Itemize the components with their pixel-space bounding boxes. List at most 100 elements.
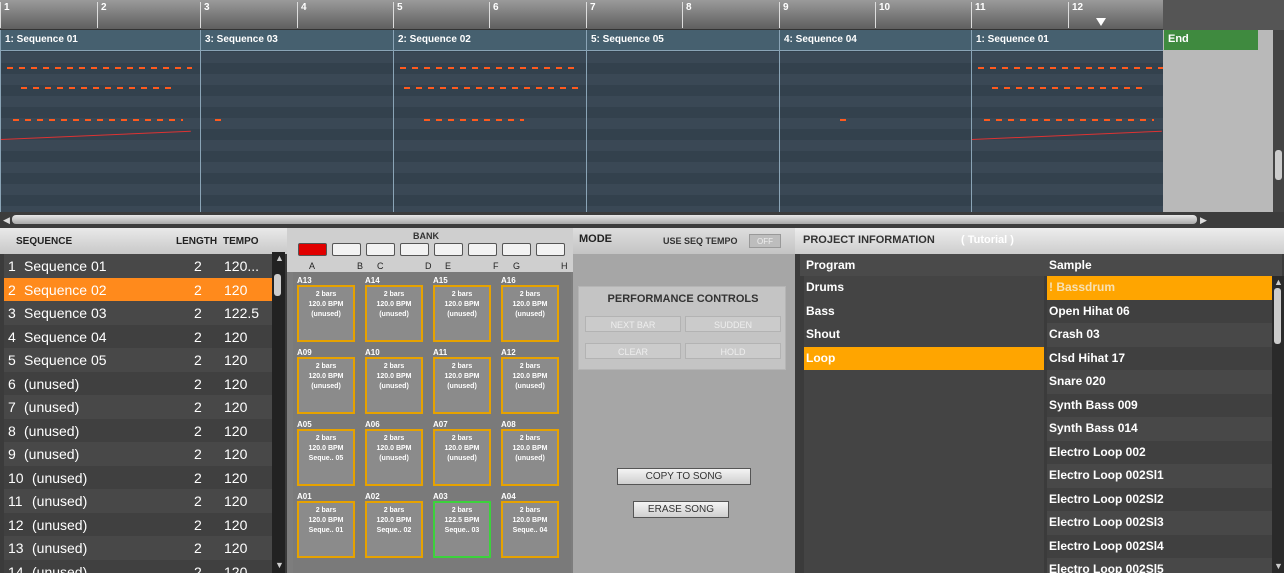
sample-row[interactable]: Crash 03	[1047, 323, 1272, 347]
sequence-row[interactable]: 11 (unused) 2 120	[4, 489, 272, 513]
sequence-pad[interactable]: 2 bars 120.0 BPM (unused)	[365, 357, 423, 414]
program-row[interactable]: Loop	[804, 346, 1044, 370]
sequence-row[interactable]: 13 (unused) 2 120	[4, 536, 272, 560]
sequence-pad[interactable]: 2 bars 120.0 BPM (unused)	[365, 429, 423, 486]
bar-number[interactable]: 10	[875, 2, 890, 28]
sequence-pad[interactable]: 2 bars 120.0 BPM (unused)	[365, 285, 423, 342]
sequence-pad[interactable]: 2 bars 120.0 BPM (unused)	[433, 285, 491, 342]
bar-number[interactable]: 7	[586, 2, 596, 28]
sequence-length: 2	[194, 469, 202, 486]
bar-number[interactable]: 11	[971, 2, 986, 28]
scroll-down-arrow-icon[interactable]: ▼	[275, 560, 284, 570]
sequence-pad[interactable]: 2 bars 120.0 BPM (unused)	[501, 357, 559, 414]
sudden-button[interactable]: SUDDEN	[685, 316, 781, 332]
bank-e-button[interactable]	[434, 243, 463, 256]
song-end-marker[interactable]: End	[1164, 30, 1258, 50]
sample-row[interactable]: Synth Bass 014	[1047, 417, 1272, 441]
sample-row[interactable]: ! Bassdrum	[1047, 276, 1272, 300]
sequence-length: 2	[194, 258, 202, 274]
sequence-pad[interactable]: 2 bars 120.0 BPM (unused)	[297, 357, 355, 414]
program-row[interactable]: Drums	[804, 276, 1044, 299]
bank-a-button[interactable]	[298, 243, 327, 256]
clear-button[interactable]: CLEAR	[585, 343, 681, 359]
sequence-pad[interactable]: 2 bars 120.0 BPM (unused)	[501, 285, 559, 342]
bank-g-button[interactable]	[502, 243, 531, 256]
scroll-up-arrow-icon[interactable]: ▲	[275, 253, 284, 263]
song-sequence-block[interactable]: 3: Sequence 03	[200, 30, 393, 212]
bank-letter: E	[445, 261, 452, 271]
erase-song-button[interactable]: ERASE SONG	[633, 501, 729, 518]
song-vertical-scrollbar[interactable]	[1273, 30, 1284, 212]
sequence-row[interactable]: 10 (unused) 2 120	[4, 465, 272, 489]
sample-scroll-down-arrow-icon[interactable]: ▼	[1274, 561, 1283, 571]
sample-list-scroll-thumb[interactable]	[1274, 288, 1281, 344]
song-sequence-block[interactable]: 5: Sequence 05	[586, 30, 779, 212]
sample-row[interactable]: Clsd Hihat 17	[1047, 346, 1272, 370]
bar-number[interactable]: 1	[0, 2, 10, 28]
sequence-row[interactable]: 2 Sequence 02 2 120	[4, 277, 272, 301]
sequence-length: 2	[194, 422, 202, 439]
bar-number[interactable]: 12	[1068, 2, 1083, 28]
sequence-pad[interactable]: 2 bars 120.0 BPM (unused)	[433, 357, 491, 414]
song-horizontal-scroll-thumb[interactable]	[12, 215, 1197, 224]
scroll-right-arrow-icon[interactable]: ▶	[1200, 215, 1207, 226]
bar-number[interactable]: 5	[393, 2, 403, 28]
sequence-pad[interactable]: 2 bars 120.0 BPM Seque.. 01	[297, 501, 355, 558]
sequence-row[interactable]: 6 (unused) 2 120	[4, 371, 272, 395]
sequence-row[interactable]: 1 Sequence 01 2 120...	[4, 254, 272, 278]
sequence-row[interactable]: 14 (unused) 2 120	[4, 559, 272, 573]
bar-number[interactable]: 4	[297, 2, 307, 28]
sequence-pad[interactable]: 2 bars 120.0 BPM (unused)	[433, 429, 491, 486]
playhead-marker-icon[interactable]	[1096, 18, 1106, 26]
hold-button[interactable]: HOLD	[685, 343, 781, 359]
program-row[interactable]: Bass	[804, 300, 1044, 323]
bar-number[interactable]: 2	[97, 2, 107, 28]
sequence-list-scrollbar[interactable]	[272, 252, 285, 573]
bank-c-button[interactable]	[366, 243, 395, 256]
sequence-name: Sequence 05	[24, 352, 107, 368]
bank-b-button[interactable]	[332, 243, 361, 256]
sample-row[interactable]: Electro Loop 002	[1047, 440, 1272, 464]
song-sequence-block[interactable]: 4: Sequence 04	[779, 30, 972, 212]
use-seq-tempo-toggle[interactable]: OFF	[749, 234, 781, 248]
bank-d-button[interactable]	[400, 243, 429, 256]
sequence-pad[interactable]: 2 bars 120.0 BPM (unused)	[297, 285, 355, 342]
sample-row[interactable]: Snare 020	[1047, 370, 1272, 394]
sequence-row[interactable]: 7 (unused) 2 120	[4, 395, 272, 419]
song-sequence-block[interactable]: 2: Sequence 02	[393, 30, 586, 212]
sequence-list-scroll-thumb[interactable]	[274, 274, 281, 296]
bank-h-button[interactable]	[536, 243, 565, 256]
sample-row[interactable]: Electro Loop 002Sl3	[1047, 511, 1272, 535]
next-bar-button[interactable]: NEXT BAR	[585, 316, 681, 332]
song-sequence-block[interactable]: 1: Sequence 01	[0, 30, 200, 212]
program-row[interactable]: Shout	[804, 323, 1044, 346]
copy-to-song-button[interactable]: COPY TO SONG	[617, 468, 751, 485]
bar-ruler[interactable]: 1 2 3 4 5 6 7 8 9 10 11 12	[0, 0, 1284, 30]
bar-number[interactable]: 6	[489, 2, 499, 28]
song-vertical-scroll-thumb[interactable]	[1275, 150, 1282, 180]
sequence-pad[interactable]: 2 bars 122.5 BPM Seque.. 03	[433, 501, 491, 558]
sample-scroll-up-arrow-icon[interactable]: ▲	[1274, 277, 1283, 287]
sequence-row[interactable]: 8 (unused) 2 120	[4, 418, 272, 442]
sequence-row[interactable]: 4 Sequence 04 2 120	[4, 324, 272, 348]
sample-row[interactable]: Synth Bass 009	[1047, 393, 1272, 417]
sequence-pad[interactable]: 2 bars 120.0 BPM Seque.. 05	[297, 429, 355, 486]
song-sequence-block[interactable]: 1: Sequence 01	[971, 30, 1164, 212]
bank-f-button[interactable]	[468, 243, 497, 256]
sequence-pad[interactable]: 2 bars 120.0 BPM Seque.. 04	[501, 501, 559, 558]
sample-row[interactable]: Electro Loop 002Sl4	[1047, 534, 1272, 558]
sequence-row[interactable]: 12 (unused) 2 120	[4, 512, 272, 536]
scroll-left-arrow-icon[interactable]: ◀	[3, 215, 10, 226]
bar-number[interactable]: 8	[682, 2, 692, 28]
sequence-row[interactable]: 9 (unused) 2 120	[4, 442, 272, 466]
sequence-row[interactable]: 3 Sequence 03 2 122.5	[4, 301, 272, 325]
sequence-row[interactable]: 5 Sequence 05 2 120	[4, 348, 272, 372]
sample-row[interactable]: Electro Loop 002Sl1	[1047, 464, 1272, 488]
sample-row[interactable]: Electro Loop 002Sl5	[1047, 558, 1272, 573]
bar-number[interactable]: 3	[200, 2, 210, 28]
sequence-pad[interactable]: 2 bars 120.0 BPM (unused)	[501, 429, 559, 486]
sample-row[interactable]: Open Hihat 06	[1047, 299, 1272, 323]
sample-row[interactable]: Electro Loop 002Sl2	[1047, 487, 1272, 511]
bar-number[interactable]: 9	[779, 2, 789, 28]
sequence-pad[interactable]: 2 bars 120.0 BPM Seque.. 02	[365, 501, 423, 558]
